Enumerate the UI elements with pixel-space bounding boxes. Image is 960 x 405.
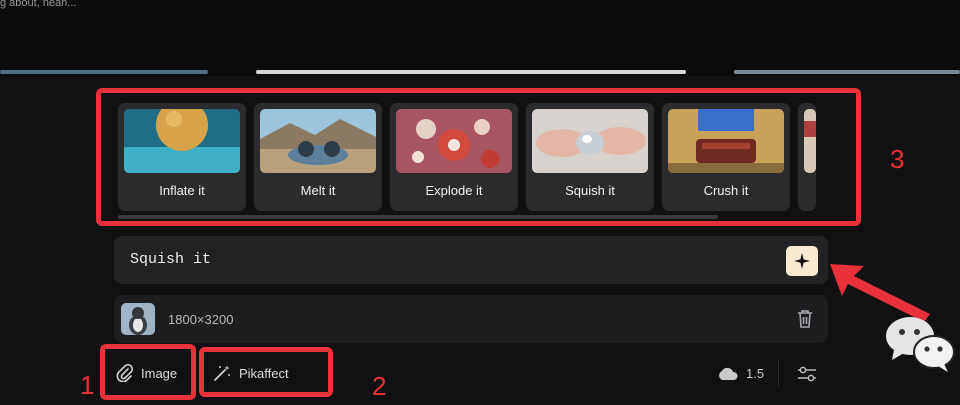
annotation-box-2 bbox=[199, 347, 333, 397]
sliders-icon[interactable] bbox=[796, 364, 818, 384]
credits-indicator: 1.5 bbox=[716, 365, 764, 381]
annotation-number-1: 1 bbox=[80, 370, 95, 400]
prompt-input[interactable]: Squish it bbox=[114, 236, 828, 284]
background-strip bbox=[0, 70, 208, 74]
background-text: g about, nean... bbox=[0, 0, 77, 9]
toolbar-divider bbox=[778, 360, 779, 386]
wechat-watermark-icon bbox=[886, 317, 955, 372]
sparkle-icon bbox=[794, 253, 810, 269]
prompt-text[interactable]: Squish it bbox=[130, 251, 211, 268]
cloud-icon bbox=[719, 367, 738, 380]
annotation-number-3: 3 bbox=[890, 144, 905, 174]
background-strip bbox=[256, 70, 686, 74]
enhance-prompt-button[interactable] bbox=[786, 246, 818, 276]
trash-icon[interactable] bbox=[796, 309, 814, 329]
attached-image-thumbnail bbox=[121, 303, 155, 335]
background-strip bbox=[734, 70, 960, 74]
annotation-number-2: 2 bbox=[372, 371, 387, 401]
annotation-box-1 bbox=[100, 344, 196, 400]
annotation-box-3 bbox=[96, 88, 861, 226]
attached-image-row: 1800×3200 bbox=[114, 295, 828, 343]
credits-value: 1.5 bbox=[746, 365, 765, 381]
attached-image-dimensions: 1800×3200 bbox=[168, 312, 234, 327]
